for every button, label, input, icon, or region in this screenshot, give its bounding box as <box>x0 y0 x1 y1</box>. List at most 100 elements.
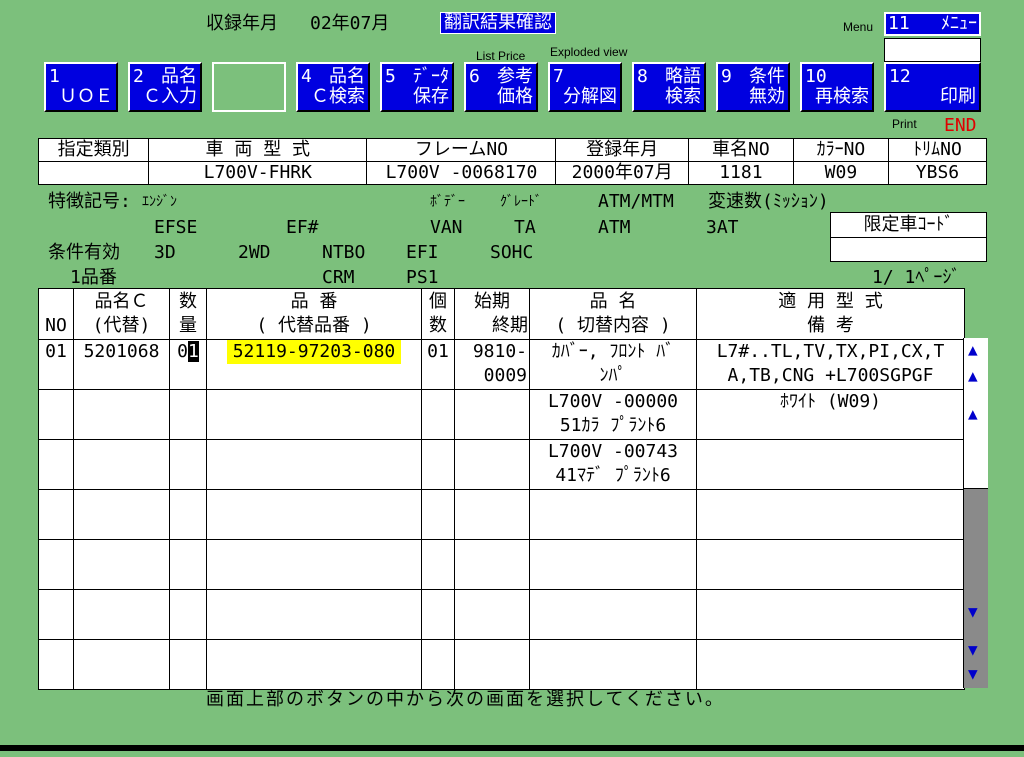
fkey-9-disable-condition[interactable]: 9 条件 無効 <box>716 62 790 112</box>
condition-label: 条件有効 <box>48 242 120 263</box>
atm-value: ATM <box>598 217 631 238</box>
table-row[interactable] <box>38 589 965 640</box>
menu-input[interactable] <box>884 38 981 62</box>
fkey-2-part-code-input[interactable]: 2 品名 Ｃ入力 <box>128 62 202 112</box>
fkey-5-save-data[interactable]: 5 ﾃﾞｰﾀ 保存 <box>380 62 454 112</box>
fkey-label: ＵＯＥ <box>59 86 113 107</box>
table-row[interactable] <box>38 639 965 690</box>
fkey-label: 分解図 <box>563 86 617 107</box>
page-up-icon[interactable]: ▲ <box>968 368 978 384</box>
menu-button[interactable]: 11 ﾒﾆｭｰ <box>884 12 981 36</box>
part-number-highlight[interactable]: 52119-97203-080 <box>227 340 401 364</box>
limited-code-label: 限定車ｺｰﾄﾞ <box>831 213 986 238</box>
scroll-top-icon[interactable]: ▲ <box>968 342 978 358</box>
fkey-7-exploded-view[interactable]: 7 分解図 <box>548 62 622 112</box>
table-header: NO 品名Ｃ (代替) 数量 品 番( 代替品番 ) 個数 始期 終期 品 名( 切… <box>38 288 965 340</box>
cell-quantity[interactable]: 01 <box>169 339 207 390</box>
fkey-number: 7 <box>553 66 564 87</box>
name-line-2: ﾝﾊﾟ <box>599 365 627 386</box>
fkey-label: 無効 <box>749 86 785 107</box>
table-row[interactable] <box>38 489 965 540</box>
fkey-number: 9 <box>721 66 732 87</box>
col-pieces: 個数 <box>421 288 455 340</box>
condition-6: CRM <box>322 267 355 288</box>
cell-quantity <box>169 439 207 490</box>
fkey-number: 12 <box>889 66 911 87</box>
cell-part-code <box>73 389 170 440</box>
grade-value: TA <box>514 217 536 238</box>
cell-part-code <box>73 439 170 490</box>
fkey-label: 保存 <box>413 86 449 107</box>
cell-applicable-model <box>696 539 965 590</box>
qty-digit: 0 <box>177 341 188 362</box>
col-part-name: 品 名( 切替内容 ) <box>529 288 697 340</box>
gears-value: 3AT <box>706 217 739 238</box>
vehicle-info-table: 指定類別 車 両 型 式 フレームNO 登録年月 車名NO ｶﾗｰNO ﾄﾘﾑN… <box>37 138 988 185</box>
body-value: VAN <box>430 217 463 238</box>
cell-part-number <box>206 439 422 490</box>
menu-text: ﾒﾆｭｰ <box>941 13 977 34</box>
cell-part-number[interactable]: 52119-97203-080 <box>206 339 422 390</box>
cell-no <box>38 639 74 690</box>
body-label: ﾎﾞﾃﾞｰ <box>430 194 465 210</box>
cell-part-name: L700V -00000 51ｶﾗ ﾌﾟﾗﾝﾄ6 <box>529 389 697 440</box>
menu-key: 11 <box>888 13 910 34</box>
cell-part-code <box>73 539 170 590</box>
fkey-number: 2 <box>133 66 144 87</box>
page-indicator: 1/ 1ﾍﾟｰｼﾞ <box>872 267 961 288</box>
designation-value <box>37 161 150 185</box>
cell-part-name: L700V -00743 41ﾏﾃﾞ ﾌﾟﾗﾝﾄ6 <box>529 439 697 490</box>
exploded-view-caption: Exploded view <box>550 45 628 59</box>
condition-7: PS1 <box>406 267 439 288</box>
cell-no <box>38 439 74 490</box>
scroll-down-icon[interactable]: ▼ <box>968 604 978 620</box>
table-row[interactable]: L700V -00743 41ﾏﾃﾞ ﾌﾟﾗﾝﾄ6 <box>38 439 965 490</box>
fkey-4-part-code-search[interactable]: 4 品名 Ｃ検索 <box>296 62 370 112</box>
frame-value: L700V -0068170 <box>366 161 557 185</box>
cell-period <box>454 389 530 440</box>
fkey-label: 再検索 <box>815 86 869 107</box>
cell-pieces <box>421 639 455 690</box>
cell-period <box>454 439 530 490</box>
cell-part-number <box>206 539 422 590</box>
col-part-code: 品名Ｃ (代替) <box>73 288 170 340</box>
cell-applicable-model: ﾎﾜｲﾄ (W09) <box>696 389 965 440</box>
end-period: 0009 <box>483 365 527 386</box>
end-label[interactable]: END <box>944 116 977 136</box>
cell-part-name <box>529 489 697 540</box>
scroll-bottom-icon[interactable]: ▼ <box>968 666 978 682</box>
page-down-icon[interactable]: ▼ <box>968 642 978 658</box>
collect-value: 02年07月 <box>310 13 390 34</box>
table-row[interactable]: 01 5201068 01 52119-97203-080 01 9810- 00… <box>38 339 965 390</box>
fkey-1-uoe[interactable]: 1 ＵＯＥ <box>44 62 118 112</box>
color-value: W09 <box>792 161 889 185</box>
limited-code-input[interactable] <box>831 238 986 262</box>
cell-applicable-model: L7#..TL,TV,TX,PI,CX,T A,TB,CNG +L700SGPGF <box>696 339 965 390</box>
fkey-6-reference-price[interactable]: 6 参考 価格 <box>464 62 538 112</box>
fkey-8-abbreviation-search[interactable]: 8 略語 検索 <box>632 62 706 112</box>
qty-cursor[interactable]: 1 <box>188 341 199 362</box>
header-designation: 指定類別 <box>37 138 150 162</box>
cell-applicable-model <box>696 489 965 540</box>
col-period: 始期 終期 <box>454 288 530 340</box>
fkey-3-blank[interactable] <box>212 62 286 112</box>
header-frame: フレームNO <box>366 138 557 162</box>
fkey-number: 8 <box>637 66 648 87</box>
table-row[interactable]: L700V -00000 51ｶﾗ ﾌﾟﾗﾝﾄ6 ﾎﾜｲﾄ (W09) <box>38 389 965 440</box>
list-price-caption: List Price <box>476 49 526 63</box>
cell-part-name: ｶﾊﾞｰ, ﾌﾛﾝﾄ ﾊﾞ ﾝﾊﾟ <box>529 339 697 390</box>
condition-2: 2WD <box>238 242 271 263</box>
scroll-up-icon[interactable]: ▲ <box>968 406 978 422</box>
model-value: L700V-FHRK <box>148 161 368 185</box>
page-title: 翻訳結果確認 <box>440 12 556 34</box>
cell-part-name <box>529 539 697 590</box>
limited-code-box: 限定車ｺｰﾄﾞ <box>830 212 987 262</box>
table-row[interactable] <box>38 539 965 590</box>
fkey-12-print[interactable]: 12 印刷 <box>884 62 981 112</box>
fkey-10-research[interactable]: 10 再検索 <box>800 62 874 112</box>
table-scrollbar[interactable]: ▲ ▲ ▲ ▼ ▼ ▼ <box>963 338 988 688</box>
header-car-name: 車名NO <box>687 138 794 162</box>
fkey-number: 4 <box>301 66 312 87</box>
name-line-1: ｶﾊﾞｰ, ﾌﾛﾝﾄ ﾊﾞ <box>551 341 675 362</box>
cell-part-name <box>529 639 697 690</box>
